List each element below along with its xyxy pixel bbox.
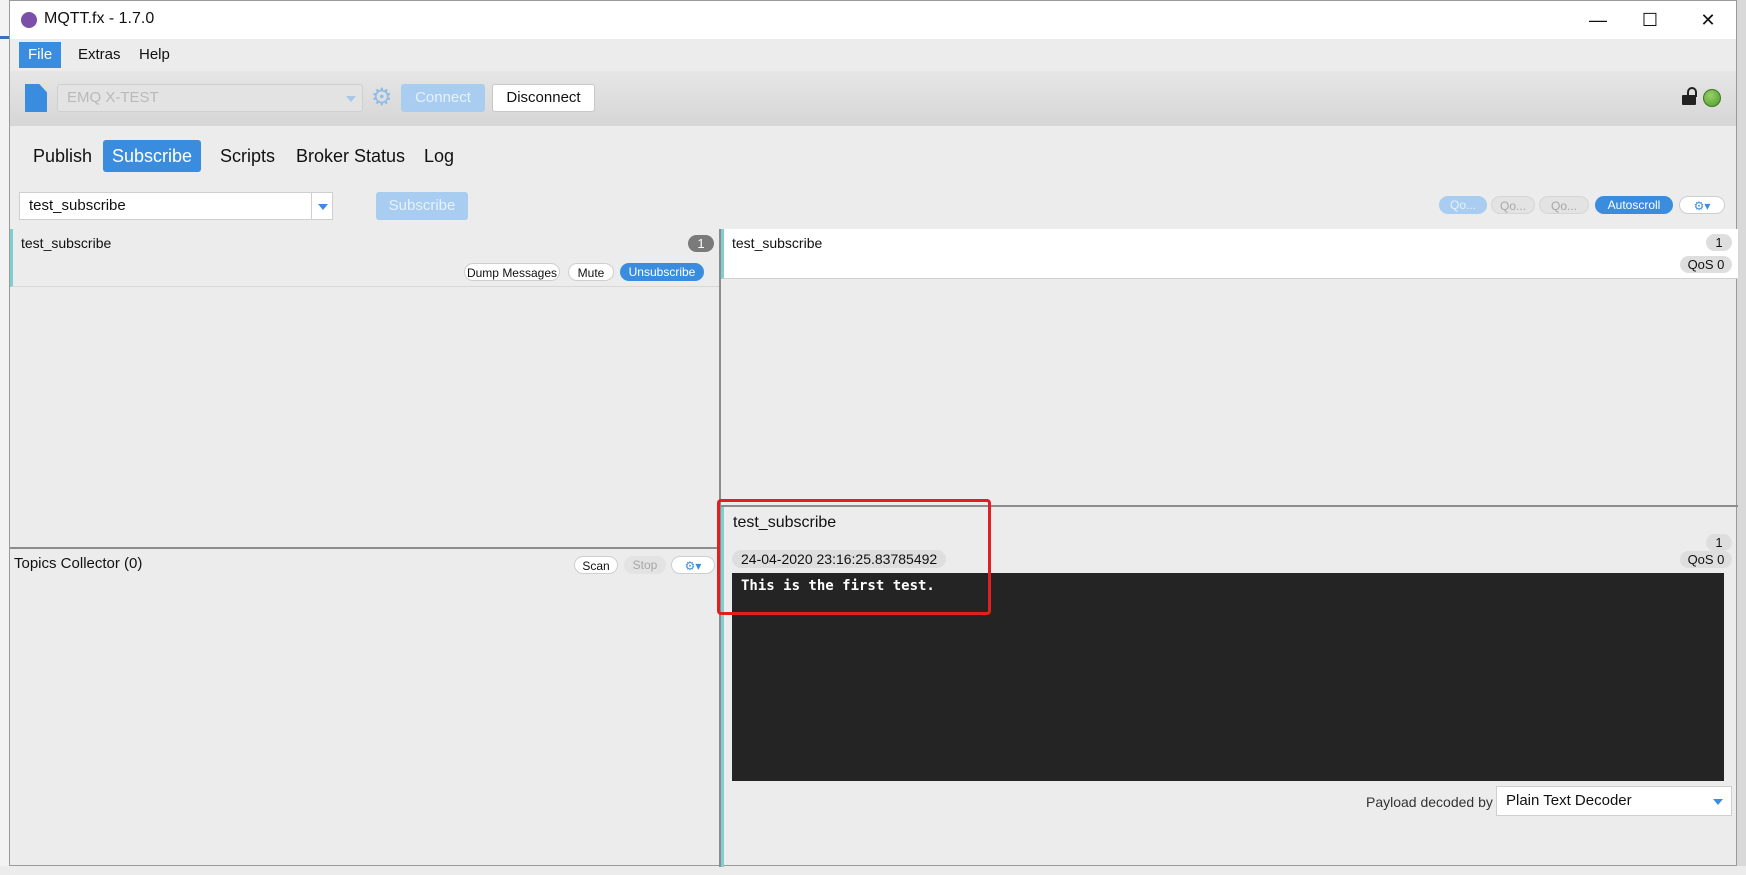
title-bar: MQTT.fx - 1.7.0 — ☐ ✕ <box>10 1 1736 39</box>
unlock-icon <box>1682 87 1698 105</box>
gear-icon[interactable]: ⚙ <box>371 86 395 110</box>
mqttfx-logo-icon <box>21 12 37 28</box>
message-count-badge: 1 <box>688 235 714 252</box>
desktop-bottom-strip <box>0 866 1746 875</box>
subscription-item[interactable]: test_subscribe 1 Dump Messages Mute Unsu… <box>10 229 720 287</box>
profile-name: EMQ X-TEST <box>67 89 159 106</box>
detail-topic: test_subscribe <box>733 514 837 531</box>
tab-publish[interactable]: Publish <box>24 140 101 172</box>
message-timestamp: 24-04-2020 23:16:25.83785492 <box>732 550 947 568</box>
menu-help[interactable]: Help <box>130 42 179 68</box>
minimize-icon[interactable]: — <box>1570 1 1626 39</box>
qos0-toggle[interactable]: Qo... <box>1439 196 1487 214</box>
gear-icon: ⚙▾ <box>1693 199 1711 213</box>
app-window: MQTT.fx - 1.7.0 — ☐ ✕ File Extras Help E… <box>9 0 1738 867</box>
chevron-down-icon <box>346 96 356 102</box>
scan-button[interactable]: Scan <box>574 556 618 574</box>
message-topic: test_subscribe <box>732 235 823 251</box>
connection-status-icon <box>1703 89 1721 107</box>
gear-icon: ⚙▾ <box>684 559 702 573</box>
subscriptions-panel: test_subscribe 1 Dump Messages Mute Unsu… <box>10 229 720 867</box>
disconnect-button[interactable]: Disconnect <box>492 84 595 112</box>
subscription-topic: test_subscribe <box>21 235 112 251</box>
unsubscribe-button[interactable]: Unsubscribe <box>620 263 704 281</box>
autoscroll-toggle[interactable]: Autoscroll <box>1595 196 1673 214</box>
tab-log[interactable]: Log <box>415 140 463 172</box>
payload-viewer[interactable]: This is the first test. <box>732 573 1724 781</box>
qos-badge: QoS 0 <box>1680 256 1732 273</box>
mute-button[interactable]: Mute <box>568 263 614 281</box>
menu-extras[interactable]: Extras <box>69 42 130 68</box>
topic-input[interactable]: test_subscribe <box>19 192 311 220</box>
subscribe-button[interactable]: Subscribe <box>376 192 468 220</box>
collector-settings-dropdown[interactable]: ⚙▾ <box>671 556 715 574</box>
close-icon[interactable]: ✕ <box>1680 1 1736 39</box>
connect-button[interactable]: Connect <box>401 84 485 112</box>
main-tabs: Publish Subscribe Scripts Broker Status … <box>10 126 1736 176</box>
document-icon[interactable] <box>25 84 47 112</box>
topics-collector: Topics Collector (0) Scan Stop ⚙▾ <box>10 549 720 867</box>
detail-qos-badge: QoS 0 <box>1680 551 1732 568</box>
chevron-down-icon <box>318 204 328 210</box>
payload-decoder-select[interactable]: Plain Text Decoder <box>1496 786 1732 816</box>
qos2-toggle[interactable]: Qo... <box>1539 196 1589 214</box>
detail-number-badge: 1 <box>1706 534 1732 551</box>
dump-messages-button[interactable]: Dump Messages <box>464 263 560 281</box>
menu-bar: File Extras Help <box>10 39 1736 71</box>
chevron-down-icon <box>1713 799 1723 805</box>
tab-subscribe[interactable]: Subscribe <box>103 140 202 172</box>
message-number-badge: 1 <box>1706 234 1732 251</box>
connection-toolbar: EMQ X-TEST ⚙ Connect Disconnect <box>10 71 1736 126</box>
maximize-icon[interactable]: ☐ <box>1622 1 1678 39</box>
messages-panel: test_subscribe 1 QoS 0 test_subscribe 1 … <box>721 229 1738 867</box>
window-title: MQTT.fx - 1.7.0 <box>44 10 155 27</box>
qos1-toggle[interactable]: Qo... <box>1491 196 1535 214</box>
topic-history-dropdown[interactable] <box>311 192 333 220</box>
stop-button[interactable]: Stop <box>624 556 666 574</box>
decoder-label: Payload decoded by <box>1366 794 1493 810</box>
message-list-item[interactable]: test_subscribe 1 QoS 0 <box>721 229 1738 279</box>
menu-file[interactable]: File <box>19 42 62 68</box>
connection-profile-select[interactable]: EMQ X-TEST <box>57 84 363 112</box>
topics-collector-title: Topics Collector (0) <box>14 555 143 572</box>
tab-broker-status[interactable]: Broker Status <box>287 140 414 172</box>
settings-dropdown[interactable]: ⚙▾ <box>1679 196 1725 214</box>
decoder-value: Plain Text Decoder <box>1506 792 1632 809</box>
tab-scripts[interactable]: Scripts <box>211 140 284 172</box>
